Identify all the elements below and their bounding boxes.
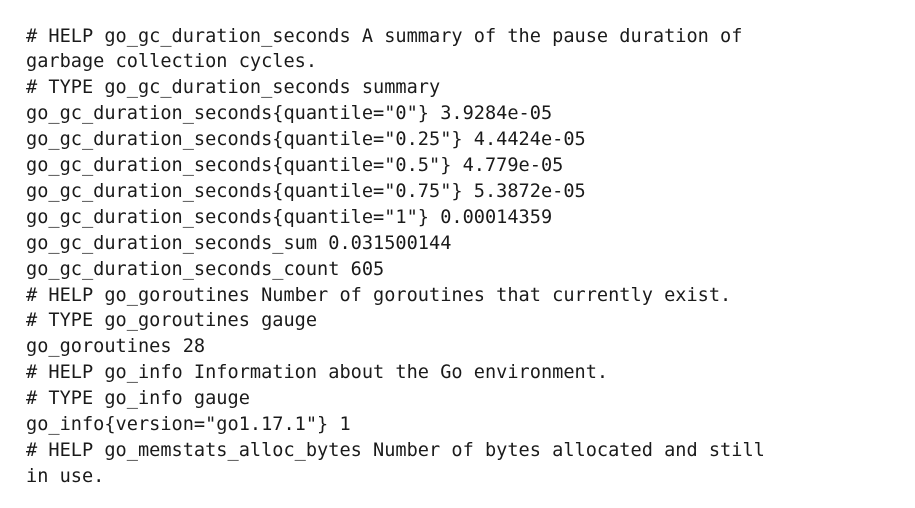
metric-sample-line: go_goroutines 28 xyxy=(26,336,206,358)
type-line: # TYPE go_info gauge xyxy=(26,388,250,410)
metric-sample-line: go_info{version="go1.17.1"} 1 xyxy=(26,413,351,435)
metric-sample-line: go_gc_duration_seconds{quantile="0.75"} … xyxy=(26,180,586,202)
help-line: # HELP go_memstats_alloc_bytes Number of… xyxy=(26,439,765,461)
metric-sample-line: go_gc_duration_seconds{quantile="0.25"} … xyxy=(26,129,586,151)
help-line-continuation: in use. xyxy=(26,465,105,487)
type-line: # TYPE go_goroutines gauge xyxy=(26,310,318,332)
help-line-continuation: garbage collection cycles. xyxy=(26,51,318,73)
metric-sample-line: go_gc_duration_seconds{quantile="0.5"} 4… xyxy=(26,155,564,177)
metric-sample-line: go_gc_duration_seconds{quantile="1"} 0.0… xyxy=(26,206,553,228)
metric-sample-line: go_gc_duration_seconds_count 605 xyxy=(26,258,385,280)
metric-sample-line: go_gc_duration_seconds{quantile="0"} 3.9… xyxy=(26,103,553,125)
help-line: # HELP go_info Information about the Go … xyxy=(26,362,609,384)
metrics-text-view: # HELP go_gc_duration_seconds A summary … xyxy=(26,24,906,490)
type-line: # TYPE go_gc_duration_seconds summary xyxy=(26,77,441,99)
help-line: # HELP go_goroutines Number of goroutine… xyxy=(26,284,732,306)
help-line: # HELP go_gc_duration_seconds A summary … xyxy=(26,25,743,47)
metric-sample-line: go_gc_duration_seconds_sum 0.031500144 xyxy=(26,232,452,254)
